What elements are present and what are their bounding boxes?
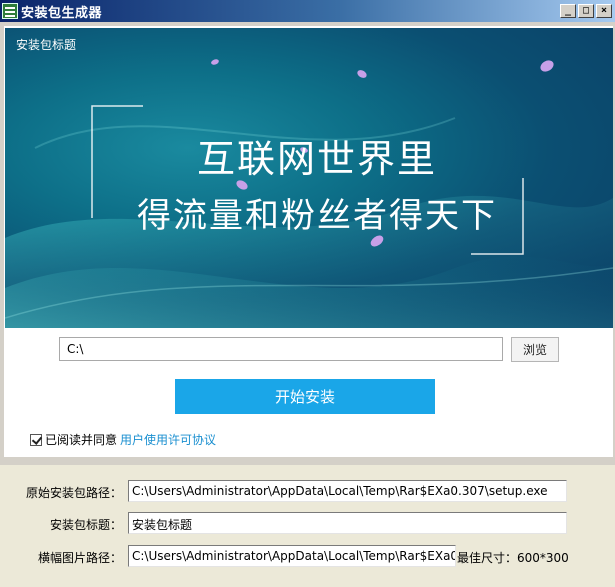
title-bar: 安装包生成器 _ □ ×: [0, 0, 615, 22]
package-title-field[interactable]: 安装包标题: [128, 512, 567, 534]
source-path-label: 原始安装包路径：: [25, 486, 122, 500]
banner-image: 安装包标题 互联网世界里 得流量和粉丝者得天下: [5, 28, 613, 328]
generator-form: 原始安装包路径： C:\Users\Administrator\AppData\…: [0, 465, 615, 587]
minimize-button[interactable]: _: [560, 4, 576, 18]
app-icon: [2, 3, 18, 19]
banner-headline-line-1: 互联网世界里: [196, 137, 437, 181]
close-button[interactable]: ×: [596, 4, 612, 18]
agree-text: 已阅读并同意: [45, 433, 118, 447]
banner-small-title: 安装包标题: [16, 38, 77, 52]
browse-button[interactable]: 浏览: [511, 337, 559, 362]
source-path-field[interactable]: C:\Users\Administrator\AppData\Local\Tem…: [128, 480, 567, 502]
banner-size-hint: 最佳尺寸：600*300: [457, 551, 569, 565]
maximize-button[interactable]: □: [578, 4, 594, 18]
banner-path-field[interactable]: C:\Users\Administrator\AppData\Local\Tem…: [128, 545, 456, 567]
agree-checkbox[interactable]: [30, 433, 42, 446]
window-title: 安装包生成器: [21, 5, 103, 21]
banner-path-label: 横幅图片路径：: [37, 551, 122, 565]
install-path-input[interactable]: [59, 337, 503, 361]
window-controls: _ □ ×: [560, 4, 612, 18]
banner-headline-line-2: 得流量和粉丝者得天下: [137, 196, 497, 236]
package-title-label: 安装包标题：: [49, 518, 122, 532]
start-install-button[interactable]: 开始安装: [175, 379, 435, 414]
agreement-row: 已阅读并同意 用户使用许可协议: [30, 431, 216, 448]
petal: [211, 59, 219, 65]
license-agreement-link[interactable]: 用户使用许可协议: [120, 431, 216, 448]
